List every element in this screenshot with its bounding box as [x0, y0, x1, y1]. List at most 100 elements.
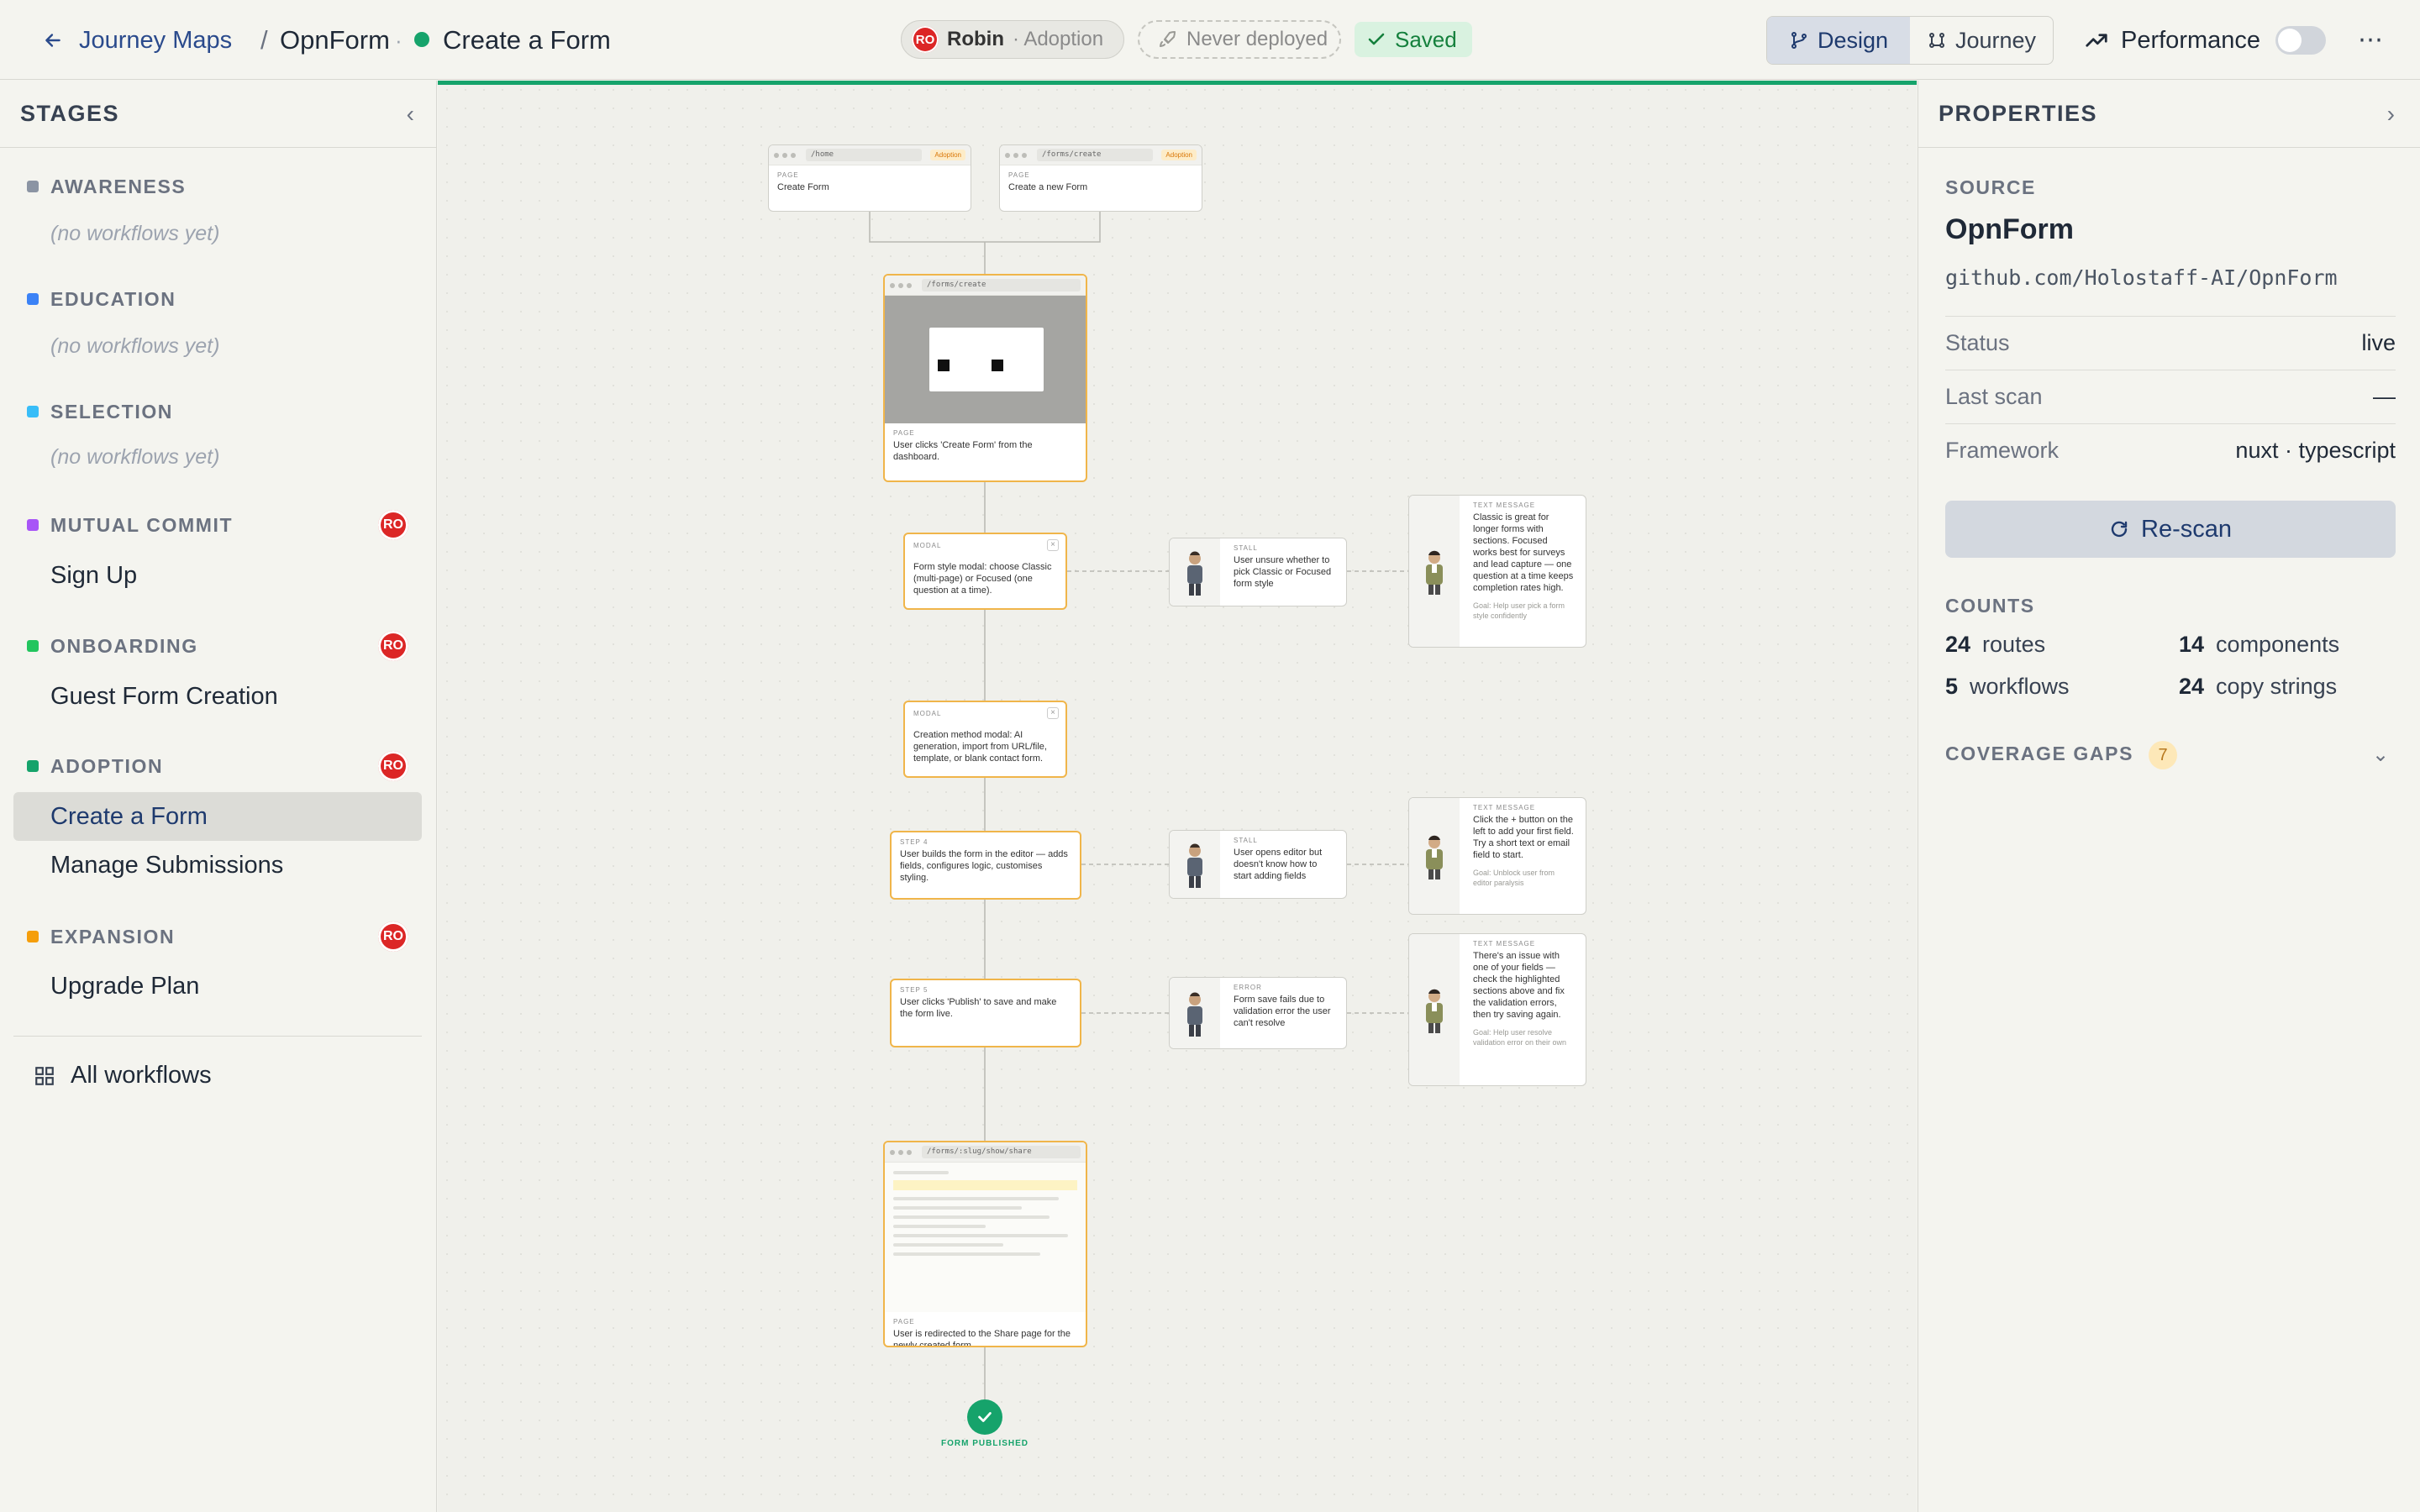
properties-header: PROPERTIES ›: [1918, 81, 2420, 148]
stall-node-style-choice[interactable]: STALL User unsure whether to pick Classi…: [1169, 538, 1347, 606]
step-node-build-form[interactable]: STEP 4 User builds the form in the edito…: [890, 831, 1081, 900]
all-workflows-label: All workflows: [71, 1062, 212, 1089]
sidebar-item-sign-up[interactable]: Sign Up: [13, 551, 422, 600]
stage-selection[interactable]: SELECTION: [27, 395, 173, 428]
empty-stage-note: (no workflows yet): [50, 222, 220, 245]
step-node-publish[interactable]: STEP 5 User clicks 'Publish' to save and…: [890, 979, 1081, 1047]
coach-avatar-icon: [1409, 798, 1460, 914]
sidebar-item-manage-submissions[interactable]: Manage Submissions: [13, 841, 422, 890]
performance-label: Performance: [2121, 26, 2261, 54]
node-text: User opens editor but doesn't know how t…: [1234, 848, 1323, 881]
avatar: RO: [912, 26, 939, 53]
owner-stage: · Adoption: [1012, 28, 1104, 50]
stage-label: ONBOARDING: [50, 634, 198, 657]
stage-label: ADOPTION: [50, 754, 164, 777]
page-screenshot-thumbnail: [885, 296, 1086, 423]
node-kind: STEP 5: [900, 986, 929, 994]
tab-journey-label: Journey: [1954, 27, 2037, 53]
stage-awareness[interactable]: AWARENESS: [27, 170, 186, 203]
arrow-left-icon: [45, 34, 60, 47]
sidebar-item-upgrade-plan[interactable]: Upgrade Plan: [13, 962, 422, 1011]
stage-color-swatch: [27, 181, 39, 192]
owner-pill[interactable]: RO Robin · Adoption: [901, 20, 1124, 59]
refresh-icon: [2111, 521, 2128, 538]
stage-label: EDUCATION: [50, 287, 176, 310]
back-to-journey-maps-link[interactable]: Journey Maps: [42, 24, 232, 57]
all-workflows-link[interactable]: All workflows: [34, 1062, 212, 1089]
stage-tag: Adoption: [930, 150, 965, 160]
sidebar-item-create-a-form[interactable]: Create a Form: [13, 792, 422, 841]
check-icon: [978, 1412, 992, 1422]
stage-label: AWARENESS: [50, 175, 187, 197]
performance-toggle[interactable]: [2275, 26, 2327, 55]
coach-avatar-icon: [1409, 934, 1460, 1085]
node-kind: TEXT MESSAGE: [1473, 804, 1536, 811]
route-url: /home: [806, 149, 923, 161]
node-kind: MODAL: [913, 709, 942, 717]
chevron-down-icon[interactable]: ⌄: [2372, 743, 2389, 767]
node-text: Create a new Form: [1008, 182, 1088, 192]
collapse-sidebar-icon[interactable]: ‹: [407, 101, 414, 128]
journey-canvas[interactable]: /home Adoption PAGE Create Form /forms/c…: [438, 81, 1917, 1512]
owner-name: Robin: [947, 28, 1004, 50]
page-screenshot-thumbnail: [885, 1163, 1086, 1312]
tab-design[interactable]: Design: [1767, 17, 1910, 64]
save-status-label: Saved: [1395, 26, 1457, 52]
modal-node-creation-method[interactable]: MODAL × Creation method modal: AI generat…: [903, 701, 1067, 778]
sidebar-item-guest-form-creation[interactable]: Guest Form Creation: [13, 672, 422, 721]
deploy-status-pill[interactable]: Never deployed: [1138, 20, 1341, 59]
breadcrumb-project[interactable]: OpnForm: [280, 24, 390, 57]
message-node-validation-guidance[interactable]: TEXT MESSAGE There's an issue with one o…: [1408, 933, 1586, 1086]
tab-journey[interactable]: Journey: [1910, 17, 2053, 64]
stage-label: MUTUAL COMMIT: [50, 513, 234, 536]
node-kind: PAGE: [893, 1318, 915, 1326]
stage-mutual-commit[interactable]: MUTUAL COMMIT: [27, 508, 233, 542]
check-icon: [1368, 33, 1385, 45]
node-text: User clicks 'Create Form' from the dashb…: [893, 440, 1033, 462]
route-node-home[interactable]: /home Adoption PAGE Create Form: [768, 144, 971, 212]
node-goal: Goal: Unblock user from editor paralysis: [1473, 869, 1555, 887]
back-label: Journey Maps: [79, 26, 233, 54]
modal-node-form-style[interactable]: MODAL × Form style modal: choose Classic …: [903, 533, 1067, 610]
stage-onboarding[interactable]: ONBOARDING: [27, 629, 198, 663]
rescan-label: Re-scan: [2141, 515, 2232, 543]
sidebar-title: STAGES: [20, 101, 120, 126]
node-kind: TEXT MESSAGE: [1473, 501, 1536, 509]
owner-avatar-badge: RO: [378, 921, 408, 952]
property-row-framework: Framework nuxt · typescript: [1945, 423, 2396, 477]
coverage-gaps-toggle[interactable]: COVERAGE GAPS 7: [1945, 741, 2178, 769]
count-components: 14 components: [2179, 632, 2340, 657]
stage-adoption[interactable]: ADOPTION: [27, 749, 163, 783]
stage-expansion[interactable]: EXPANSION: [27, 920, 175, 953]
count-copy-strings: 24 copy strings: [2179, 674, 2338, 699]
message-node-editor-guidance[interactable]: TEXT MESSAGE Click the + button on the l…: [1408, 797, 1586, 915]
page-node-share[interactable]: /forms/:slug/show/share PAGE User is red…: [883, 1141, 1087, 1347]
workflow-icon: [1928, 33, 1944, 48]
stage-color-swatch: [27, 293, 39, 305]
top-bar: Journey Maps / OpnForm · Create a Form R…: [0, 0, 2420, 80]
property-key: Last scan: [1945, 384, 2043, 409]
person-avatar-icon: [1170, 538, 1220, 606]
collapse-panel-icon[interactable]: ›: [2387, 101, 2395, 128]
deploy-status-label: Never deployed: [1186, 28, 1328, 50]
source-name: OpnForm: [1945, 213, 2074, 245]
breadcrumb-dot: ·: [395, 28, 402, 53]
flow-end-label: FORM PUBLISHED: [941, 1439, 1028, 1448]
message-node-style-guidance[interactable]: TEXT MESSAGE Classic is great for longer…: [1408, 495, 1586, 648]
error-node-validation[interactable]: ERROR Form save fails due to validation …: [1169, 977, 1347, 1049]
browser-chrome: /forms/create: [885, 276, 1086, 296]
route-url: /forms/:slug/show/share: [922, 1146, 1081, 1158]
node-goal: Goal: Help user resolve validation error…: [1473, 1028, 1567, 1047]
stall-node-editor[interactable]: STALL User opens editor but doesn't know…: [1169, 830, 1347, 899]
properties-panel: PROPERTIES › SOURCE OpnForm github.com/H…: [1918, 81, 2420, 1512]
stage-education[interactable]: EDUCATION: [27, 282, 176, 316]
node-kind: PAGE: [893, 429, 915, 437]
rescan-button[interactable]: Re-scan: [1945, 501, 2396, 558]
route-node-forms-create[interactable]: /forms/create Adoption PAGE Create a new…: [999, 144, 1202, 212]
more-menu-icon[interactable]: ⋯: [2358, 24, 2384, 57]
node-text: Create Form: [777, 182, 829, 192]
node-text: User clicks 'Publish' to save and make t…: [900, 997, 1057, 1019]
page-node-create-form[interactable]: /forms/create PAGE User clicks 'Create F…: [883, 274, 1087, 482]
property-row-status: Status live: [1945, 316, 2396, 370]
property-value: nuxt · typescript: [2235, 438, 2396, 463]
